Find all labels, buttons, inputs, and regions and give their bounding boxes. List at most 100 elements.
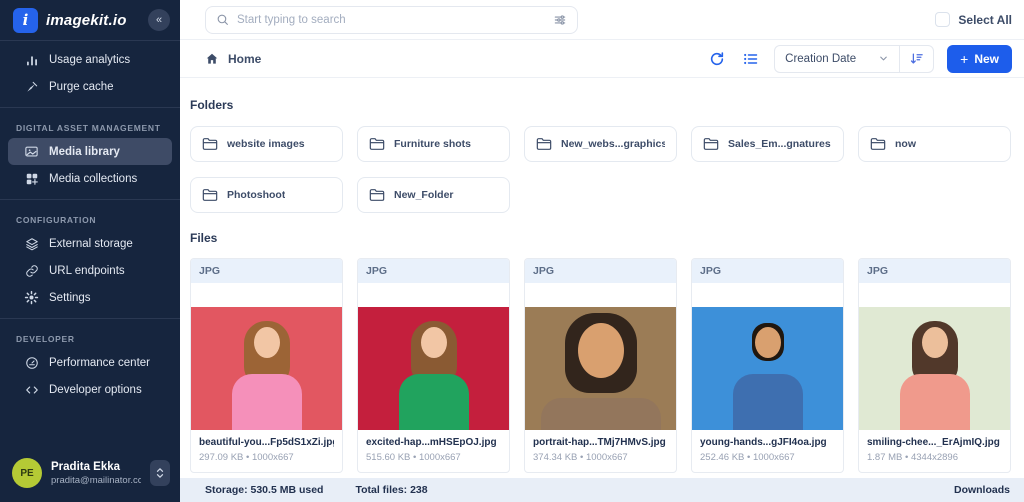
file-name: smiling-chee..._ErAjmIQ.jpg [867,437,1002,448]
sort-direction-button[interactable] [900,46,933,72]
file-card[interactable]: JPG beautiful-you...Fp5dS1xZi.jpg 297.09… [190,258,343,473]
sidebar-item-url-endpoints[interactable]: URL endpoints [8,257,172,284]
sidebar-group-dam: DIGITAL ASSET MANAGEMENT Media library M… [0,108,180,199]
photo-library-icon [24,144,39,159]
breadcrumb-label: Home [228,52,261,66]
new-button[interactable]: + New [947,45,1012,73]
file-info: portrait-hap...TMj7HMvS.jpg 374.34 KB • … [525,430,676,472]
breadcrumb[interactable]: Home [205,52,261,66]
folder-sales-em-gnatures[interactable]: Sales_Em...gnatures [691,126,844,162]
content-area: Folders website images Furniture shots N… [180,78,1024,478]
folder-icon [536,137,552,151]
search-icon [216,13,229,26]
chevron-down-icon [878,53,889,64]
file-type-badge: JPG [692,259,843,283]
sidebar-section-label: CONFIGURATION [0,205,180,230]
folder-furniture-shots[interactable]: Furniture shots [357,126,510,162]
sidebar-section-label: DEVELOPER [0,324,180,349]
sidebar-item-performance-center[interactable]: Performance center [8,349,172,376]
search-box[interactable] [205,6,578,34]
sidebar-group-developer: DEVELOPER Performance center Developer o… [0,319,180,410]
file-card[interactable]: JPG young-hands...gJFI4oa.jpg 252.46 KB … [691,258,844,473]
file-thumbnail[interactable] [525,307,676,430]
file-name: young-hands...gJFI4oa.jpg [700,437,835,448]
file-info: young-hands...gJFI4oa.jpg 252.46 KB • 10… [692,430,843,472]
file-thumbnail[interactable] [859,307,1010,430]
sidebar: i imagekit.io « Usage analytics Purge ca… [0,0,180,502]
sidebar-item-label: Media collections [49,173,137,185]
toolbar-actions: Creation Date + New [707,45,1012,73]
app-window: i imagekit.io « Usage analytics Purge ca… [0,0,1024,502]
user-name: Pradita Ekka [51,461,141,473]
sort-by-value: Creation Date [785,53,856,65]
file-type-badge: JPG [859,259,1010,283]
sidebar-item-developer-options[interactable]: Developer options [8,376,172,403]
folder-new-folder[interactable]: New_Folder [357,177,510,213]
sidebar-item-label: URL endpoints [49,265,125,277]
status-bar: Storage: 530.5 MB used Total files: 238 … [180,478,1024,502]
file-card[interactable]: JPG excited-hap...mHSEpOJ.jpg 515.60 KB … [357,258,510,473]
sidebar-item-media-library[interactable]: Media library [8,138,172,165]
folder-icon [870,137,886,151]
filter-sliders-icon[interactable] [553,13,567,27]
brand-name: imagekit.io [46,12,140,29]
select-all-label: Select All [958,13,1012,27]
top-bar: Select All [180,0,1024,40]
main-panel: Select All Home Creation Date [180,0,1024,502]
layers-icon [24,236,39,251]
file-meta: 515.60 KB • 1000x667 [366,452,501,463]
file-thumbnail[interactable] [358,307,509,430]
file-meta: 1.87 MB • 4344x2896 [867,452,1002,463]
folder-icon [202,137,218,151]
sidebar-logo-row: i imagekit.io « [0,0,180,40]
account-switcher-button[interactable] [150,460,170,486]
sort-by-dropdown[interactable]: Creation Date [775,53,899,65]
user-account-block[interactable]: PE Pradita Ekka pradita@mailinator.co... [0,446,180,502]
folder-name: website images [227,138,305,150]
folder-website-images[interactable]: website images [190,126,343,162]
sidebar-item-external-storage[interactable]: External storage [8,230,172,257]
file-thumbnail[interactable] [191,307,342,430]
file-card[interactable]: JPG smiling-chee..._ErAjmIQ.jpg 1.87 MB … [858,258,1011,473]
folder-name: New_webs...graphics [561,138,665,150]
list-view-button[interactable] [740,49,761,69]
sidebar-item-usage-analytics[interactable]: Usage analytics [8,46,172,73]
folder-icon [369,188,385,202]
home-icon [205,52,219,66]
plus-icon: + [960,52,968,66]
folder-name: Sales_Em...gnatures [728,138,831,150]
person-torso [541,398,661,430]
sidebar-item-label: Usage analytics [49,54,130,66]
sidebar-item-label: Settings [49,292,91,304]
select-all-checkbox[interactable] [935,12,950,27]
sidebar-group-general: Usage analytics Purge cache [0,41,180,107]
storage-used: Storage: 530.5 MB used [205,484,323,496]
downloads-link[interactable]: Downloads [954,484,1010,496]
sidebar-item-purge-cache[interactable]: Purge cache [8,73,172,100]
folder-grid: website images Furniture shots New_webs.… [190,126,1011,213]
bar-chart-icon [24,52,39,67]
sidebar-collapse-button[interactable]: « [148,9,170,31]
total-files: Total files: 238 [355,484,427,496]
chevron-up-down-icon [155,467,165,479]
search-input[interactable] [237,14,545,26]
file-thumbnail[interactable] [692,307,843,430]
folder-photoshoot[interactable]: Photoshoot [190,177,343,213]
sidebar-group-configuration: CONFIGURATION External storage URL endpo… [0,200,180,318]
file-name: portrait-hap...TMj7HMvS.jpg [533,437,668,448]
file-type-badge: JPG [525,259,676,283]
link-icon [24,263,39,278]
code-icon [24,382,39,397]
person-head [578,323,624,378]
file-name: excited-hap...mHSEpOJ.jpg [366,437,501,448]
folder-new-webs-graphics[interactable]: New_webs...graphics [524,126,677,162]
person-torso [733,374,803,430]
file-card[interactable]: JPG portrait-hap...TMj7HMvS.jpg 374.34 K… [524,258,677,473]
folder-now[interactable]: now [858,126,1011,162]
file-meta: 374.34 KB • 1000x667 [533,452,668,463]
sidebar-item-label: Performance center [49,357,150,369]
sidebar-item-settings[interactable]: Settings [8,284,172,311]
user-email: pradita@mailinator.co... [51,475,141,486]
sidebar-item-media-collections[interactable]: Media collections [8,165,172,192]
refresh-button[interactable] [707,49,727,69]
